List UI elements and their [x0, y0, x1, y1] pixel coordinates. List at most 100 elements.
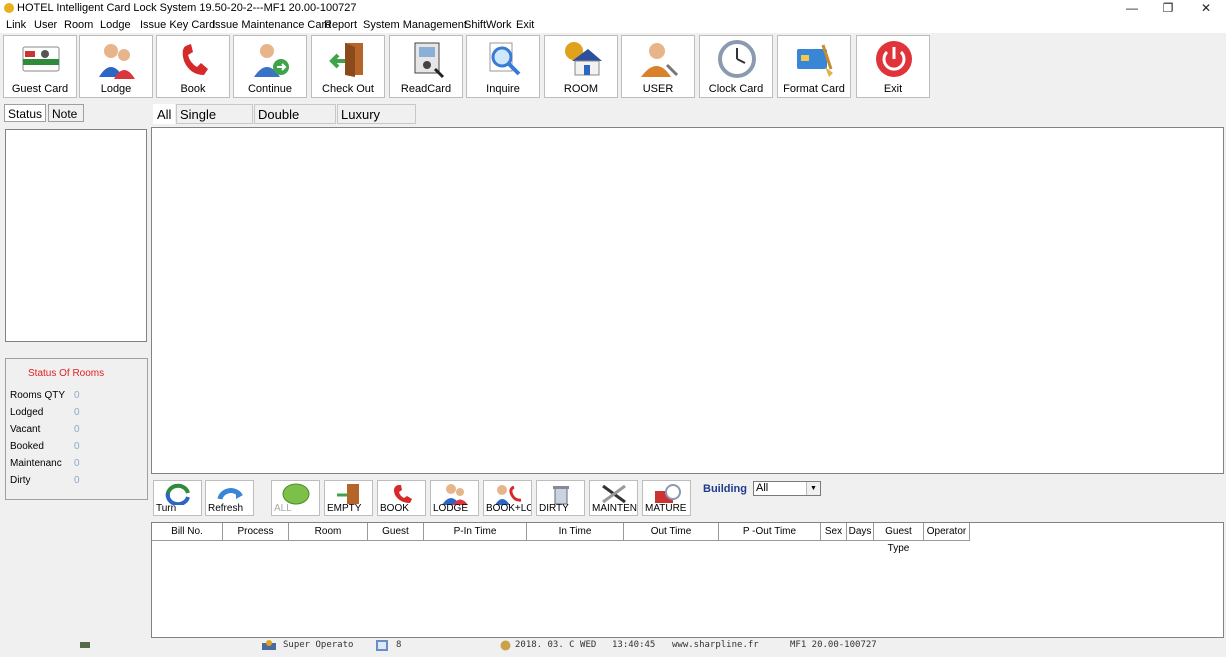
status-label-maintenance: Maintenanc	[10, 458, 62, 469]
window-title: HOTEL Intelligent Card Lock System 19.50…	[17, 2, 357, 14]
filter-dirty-button[interactable]: DIRTY	[536, 480, 585, 516]
status-value-vacant: 0	[74, 424, 80, 435]
tab-all[interactable]: All	[153, 104, 175, 124]
app-icon	[4, 3, 14, 13]
status-label-vacant: Vacant	[10, 424, 41, 435]
menu-issue-maintenance-card[interactable]: Issue Maintenance Card	[212, 19, 331, 31]
filter-mature-label: MATURE	[645, 503, 687, 514]
filter-lodge-label: LODGE	[433, 503, 469, 514]
turn-button[interactable]: Turn	[153, 480, 202, 516]
chevron-down-icon[interactable]: ▼	[806, 482, 820, 495]
check-out-button[interactable]: Check Out	[311, 35, 385, 98]
calendar-icon	[500, 640, 511, 651]
filter-mature-button[interactable]: MATURE	[642, 480, 691, 516]
lodge-people-icon	[442, 484, 468, 505]
user-button[interactable]: USER	[621, 35, 695, 98]
book-button[interactable]: Book	[156, 35, 230, 98]
mature-clock-icon	[655, 484, 681, 503]
menu-issue-key-card[interactable]: Issue Key Card	[140, 19, 215, 31]
filter-book-lodge-label: BOOK+LC	[486, 503, 532, 514]
inquire-button[interactable]: Inquire	[466, 35, 540, 98]
phone-icon	[182, 44, 208, 75]
column-process[interactable]: Process	[223, 523, 289, 541]
turn-icon	[165, 483, 190, 505]
column-p-in-time[interactable]: P-In Time	[424, 523, 527, 541]
count-value: 8	[396, 640, 402, 650]
filter-lodge-button[interactable]: LODGE	[430, 480, 479, 516]
card-reader-icon	[414, 42, 445, 79]
door-exit-icon	[329, 43, 363, 77]
tab-luxury-room[interactable]: Luxury Room	[337, 104, 416, 142]
book-lodge-icon	[495, 485, 522, 505]
menu-report[interactable]: Report	[324, 19, 357, 31]
status-bar: Super Operato 8 2018. 03. C WED 13:40:45…	[0, 638, 1226, 657]
menu-lodge[interactable]: Lodge	[100, 19, 131, 31]
read-card-label: ReadCard	[400, 83, 452, 95]
menu-link[interactable]: Link	[6, 19, 26, 31]
column-p-out-time[interactable]: P -Out Time	[719, 523, 821, 541]
building-select-value: All	[756, 482, 769, 494]
tab-note[interactable]: Note	[48, 104, 84, 122]
guest-card-button[interactable]: Guest Card	[3, 35, 77, 98]
continue-icon	[254, 44, 289, 77]
column-room[interactable]: Room	[289, 523, 368, 541]
tab-double-room[interactable]: Double Room	[254, 104, 336, 142]
column-guest[interactable]: Guest	[368, 523, 424, 541]
filter-all-button[interactable]: ALL	[271, 480, 320, 516]
lodge-label: Lodge	[100, 83, 132, 95]
continue-label: Continue	[247, 83, 293, 95]
minimize-button[interactable]: —	[1122, 1, 1142, 15]
version-value: MF1 20.00-100727	[790, 640, 877, 650]
status-label-dirty: Dirty	[10, 475, 31, 486]
column-operator[interactable]: Operator	[924, 523, 970, 541]
building-select[interactable]: All ▼	[753, 481, 821, 496]
column-bill-no[interactable]: Bill No.	[152, 523, 223, 541]
card-broom-icon	[797, 44, 833, 77]
menu-system-management[interactable]: System Management	[363, 19, 467, 31]
tools-icon	[602, 484, 626, 504]
status-indicator-icon	[80, 642, 90, 648]
operator-icon	[262, 640, 276, 650]
menu-exit[interactable]: Exit	[516, 19, 534, 31]
column-days[interactable]: Days	[847, 523, 874, 541]
room-button[interactable]: ROOM	[544, 35, 618, 98]
exit-button[interactable]: Exit	[856, 35, 930, 98]
filter-empty-button[interactable]: EMPTY	[324, 480, 373, 516]
toolbar: Guest Card Lodge Book Continue Check Out…	[0, 33, 1226, 100]
column-out-time[interactable]: Out Time	[624, 523, 719, 541]
status-panel-title: Status Of Rooms	[28, 368, 105, 379]
column-in-time[interactable]: In Time	[527, 523, 624, 541]
menu-shiftwork[interactable]: ShiftWork	[464, 19, 511, 31]
book-icon	[376, 640, 388, 651]
status-list-box	[5, 129, 147, 342]
status-value-maintenance: 0	[74, 458, 80, 469]
menu-bar: Link User Room Lodge Issue Key Card Issu…	[0, 17, 1226, 33]
column-sex[interactable]: Sex	[821, 523, 847, 541]
lodge-button[interactable]: Lodge	[79, 35, 153, 98]
read-card-button[interactable]: ReadCard	[389, 35, 463, 98]
magnifier-icon	[489, 42, 521, 76]
clock-icon	[718, 40, 756, 78]
filter-maintenance-button[interactable]: MAINTEN	[589, 480, 638, 516]
restore-button[interactable]: ❐	[1158, 1, 1178, 15]
close-button[interactable]: ✕	[1196, 1, 1216, 15]
format-card-button[interactable]: Format Card	[777, 35, 851, 98]
tab-single-room[interactable]: Single Room	[176, 104, 253, 142]
column-guest-type[interactable]: Guest Type	[874, 523, 924, 554]
tab-status[interactable]: Status	[4, 104, 46, 122]
continue-button[interactable]: Continue	[233, 35, 307, 98]
room-grid-area	[151, 127, 1224, 474]
check-out-label: Check Out	[322, 83, 374, 95]
refresh-button[interactable]: Refresh	[205, 480, 254, 516]
filter-book-button[interactable]: BOOK	[377, 480, 426, 516]
empty-door-icon	[337, 484, 359, 504]
status-label-rooms-qty: Rooms QTY	[10, 390, 66, 401]
status-value-lodged: 0	[74, 407, 80, 418]
menu-user[interactable]: User	[34, 19, 57, 31]
status-label-lodged: Lodged	[10, 407, 44, 418]
filter-all-label: ALL	[274, 503, 292, 514]
filter-book-lodge-button[interactable]: BOOK+LC	[483, 480, 532, 516]
all-icon	[282, 483, 310, 505]
menu-room[interactable]: Room	[64, 19, 93, 31]
clock-card-button[interactable]: Clock Card	[699, 35, 773, 98]
